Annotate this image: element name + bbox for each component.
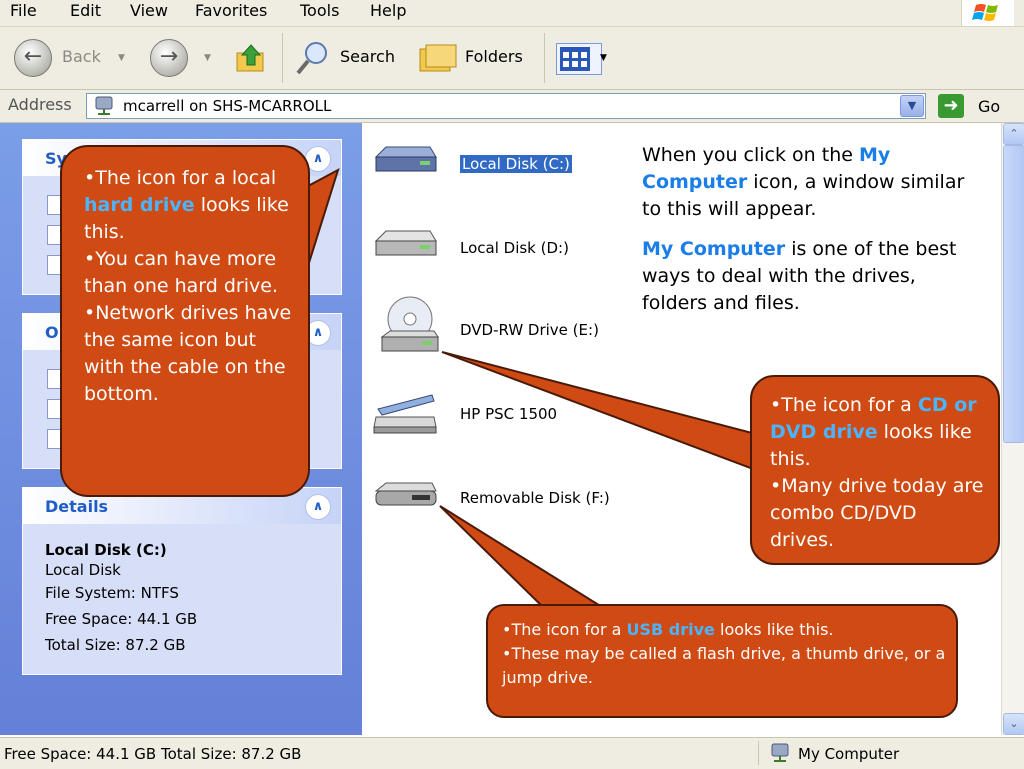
usb-callout: •The icon for a USB drive looks like thi… <box>486 604 958 718</box>
info-text-box: When you click on the My Computer icon, … <box>634 138 972 322</box>
dvd-callout-line2: •Many drive today are combo CD/DVD drive… <box>770 475 984 551</box>
info-paragraph-1: When you click on the My Computer icon, … <box>642 144 965 220</box>
harddrive-callout-line3: •Network drives have the same icon but w… <box>84 302 292 405</box>
usb-callout-line1: •The icon for a USB drive looks like thi… <box>502 620 834 639</box>
harddrive-callout-line2: •You can have more than one hard drive. <box>84 248 278 297</box>
usb-callout-pointer <box>439 505 614 613</box>
dvd-callout-line1: •The icon for a CD or DVD drive looks li… <box>770 394 977 470</box>
harddrive-callout: •The icon for a local hard drive looks l… <box>60 145 310 497</box>
dvd-callout-text: •The icon for a CD or DVD drive looks li… <box>770 392 986 554</box>
usb-callout-line2: •These may be called a flash drive, a th… <box>502 644 946 687</box>
usb-callout-text: •The icon for a USB drive looks like thi… <box>502 618 946 690</box>
info-paragraph-2: My Computer is one of the best ways to d… <box>642 238 957 314</box>
harddrive-callout-line1: •The icon for a local hard drive looks l… <box>84 167 289 243</box>
dvd-callout-pointer <box>441 351 757 472</box>
dvd-callout: •The icon for a CD or DVD drive looks li… <box>750 375 1000 565</box>
harddrive-callout-text: •The icon for a local hard drive looks l… <box>84 165 294 408</box>
